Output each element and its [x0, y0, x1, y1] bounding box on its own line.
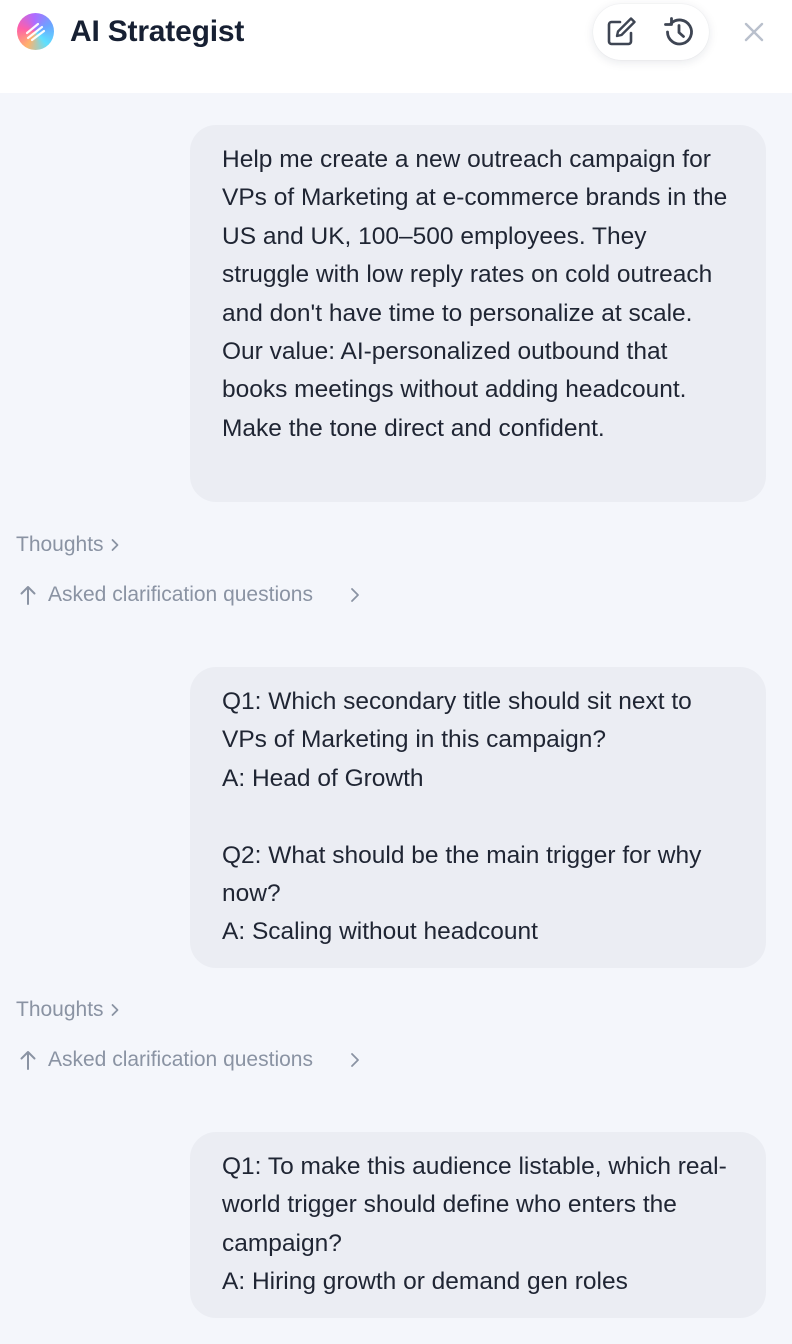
history-button[interactable] — [661, 14, 697, 50]
thoughts-label: Thoughts — [16, 533, 104, 556]
app-title: AI Strategist — [70, 15, 245, 48]
clarification-questions-label: Asked clarification questions — [48, 583, 313, 606]
close-icon — [744, 22, 764, 42]
arrow-up-icon — [20, 1051, 36, 1070]
user-message-bubble: Q1: Which secondary title should sit nex… — [190, 667, 766, 968]
user-message-text: Help me create a new outreach campaign f… — [222, 146, 735, 442]
thoughts-label: Thoughts — [16, 998, 104, 1021]
user-message-text: Q1: Which secondary title should sit nex… — [222, 688, 702, 946]
thoughts-toggle[interactable]: Thoughts — [16, 997, 120, 1023]
header: AI Strategist — [0, 0, 792, 93]
user-message-bubble: Q1: To make this audience listable, whic… — [190, 1132, 766, 1318]
chevron-right-icon — [351, 1053, 359, 1067]
arrow-up-icon — [20, 586, 36, 605]
brand-logo-icon — [17, 13, 54, 50]
chevron-right-icon — [111, 1004, 118, 1017]
new-chat-button[interactable] — [603, 14, 639, 50]
thoughts-toggle[interactable]: Thoughts — [16, 532, 120, 558]
clarification-questions-label: Asked clarification questions — [48, 1048, 313, 1071]
history-icon — [664, 17, 693, 46]
new-chat-icon — [607, 17, 636, 46]
close-button[interactable] — [740, 18, 768, 46]
user-message-text: Q1: To make this audience listable, whic… — [222, 1153, 727, 1296]
chevron-right-icon — [351, 588, 359, 602]
user-message-bubble: Help me create a new outreach campaign f… — [190, 125, 766, 502]
header-toolbar — [593, 4, 709, 60]
chevron-right-icon — [111, 539, 118, 552]
